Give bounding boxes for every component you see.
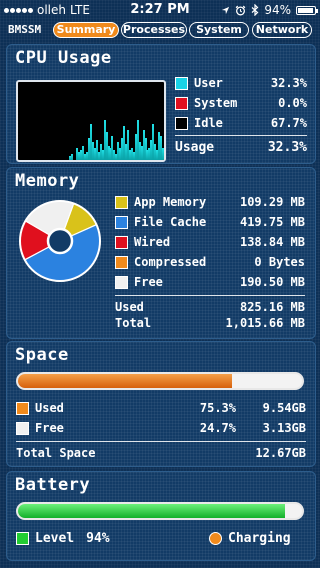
cpu-usage-label: Usage — [175, 139, 215, 155]
cpu-system-label: System — [194, 96, 238, 110]
cpu-legend-user: User 32.3% — [175, 75, 307, 91]
battery-percent: 94% — [264, 3, 291, 17]
tab-bar: BMSSM Summary Processes System Network — [0, 21, 320, 39]
space-free-label: Free — [35, 421, 64, 435]
battery-charging-label: Charging — [228, 530, 291, 546]
app-memory-value: 109.29 MB — [239, 195, 305, 209]
space-free-pct: 24.7% — [199, 421, 236, 435]
cpu-idle-label: Idle — [194, 116, 223, 130]
status-right: 94% — [221, 3, 318, 17]
space-divider — [16, 441, 306, 442]
space-total-value: 12.67GB — [255, 446, 306, 460]
bluetooth-icon — [251, 4, 259, 16]
space-used-swatch — [16, 401, 29, 415]
battery-charging-row: Charging — [209, 530, 309, 546]
app-memory-label: App Memory — [134, 195, 207, 209]
cpu-usage-row: Usage 32.3% — [175, 139, 307, 155]
battery-level-fill — [18, 504, 285, 518]
cpu-history-bar — [162, 148, 164, 160]
memory-pie-chart — [19, 200, 101, 282]
free-memory-value: 190.50 MB — [239, 275, 305, 289]
cpu-system-value: 0.0% — [278, 96, 307, 110]
memory-legend-filecache: File Cache 419.75 MB — [115, 214, 305, 230]
wired-value: 138.84 MB — [239, 235, 305, 249]
battery-level-bar — [16, 502, 304, 520]
space-legend-used: Used 75.3% 9.54GB — [16, 400, 306, 416]
memory-legend-app: App Memory 109.29 MB — [115, 194, 305, 210]
space-free-value: 3.13GB — [262, 421, 306, 435]
space-total-label: Total Space — [16, 446, 96, 460]
free-memory-swatch — [115, 275, 128, 289]
idle-swatch — [175, 116, 188, 130]
file-cache-swatch — [115, 215, 128, 229]
memory-title: Memory — [15, 171, 80, 191]
battery-level-swatch — [16, 531, 29, 545]
space-usage-bar — [16, 372, 304, 390]
file-cache-value: 419.75 MB — [239, 215, 305, 229]
file-cache-label: File Cache — [134, 215, 207, 229]
cpu-panel: CPU Usage User 32.3% System 0.0% Idle 67… — [6, 44, 316, 164]
cpu-legend-system: System 0.0% — [175, 95, 307, 111]
space-used-label: Used — [35, 401, 64, 415]
cpu-title: CPU Usage — [15, 48, 112, 68]
battery-panel: Battery Level 94% Charging — [6, 471, 316, 561]
alarm-clock-icon — [235, 5, 246, 15]
app-name: BMSSM — [8, 23, 42, 36]
compressed-value: 0 Bytes — [254, 255, 305, 269]
memory-legend-compressed: Compressed 0 Bytes — [115, 254, 305, 270]
battery-status-fill — [298, 7, 314, 13]
memory-total-value: 1,015.66 MB — [225, 316, 305, 330]
system-swatch — [175, 96, 188, 110]
memory-used-label: Used — [115, 300, 144, 314]
memory-total-label: Total — [115, 316, 152, 330]
battery-status-icon — [296, 5, 318, 15]
cpu-usage-value: 32.3% — [267, 139, 307, 155]
tab-processes[interactable]: Processes — [121, 22, 187, 38]
tab-network[interactable]: Network — [252, 22, 312, 38]
cpu-history-bar — [70, 154, 73, 160]
space-used-value: 9.54GB — [262, 401, 306, 415]
space-usage-fill — [18, 374, 232, 388]
space-title: Space — [15, 345, 69, 365]
battery-title: Battery — [15, 475, 91, 495]
memory-used-row: Used 825.16 MB — [115, 299, 305, 315]
tab-summary[interactable]: Summary — [53, 22, 119, 38]
cpu-user-value: 32.3% — [270, 76, 307, 90]
wired-label: Wired — [134, 235, 171, 249]
memory-pie-hole — [46, 227, 74, 255]
battery-level-label: Level — [35, 530, 75, 546]
free-memory-label: Free — [134, 275, 163, 289]
location-arrow-icon — [222, 6, 230, 14]
memory-total-row: Total 1,015.66 MB — [115, 315, 305, 331]
charging-indicator-icon — [209, 531, 222, 545]
wired-swatch — [115, 235, 128, 249]
status-bar: olleh LTE 2:27 PM 94% — [0, 0, 320, 20]
memory-used-value: 825.16 MB — [239, 300, 305, 314]
space-used-pct: 75.3% — [199, 401, 236, 415]
memory-legend-free: Free 190.50 MB — [115, 274, 305, 290]
cpu-divider — [175, 135, 307, 136]
battery-level-row: Level 94% — [16, 530, 136, 546]
cpu-legend-idle: Idle 67.7% — [175, 115, 307, 131]
memory-panel: Memory App Memory 109.29 MB File Cache 4… — [6, 167, 316, 339]
app-memory-swatch — [115, 195, 128, 209]
compressed-label: Compressed — [134, 255, 207, 269]
space-legend-free: Free 24.7% 3.13GB — [16, 420, 306, 436]
cpu-history-graph — [16, 80, 166, 162]
cpu-user-label: User — [194, 76, 223, 90]
memory-legend-wired: Wired 138.84 MB — [115, 234, 305, 250]
memory-divider — [115, 295, 305, 296]
tab-system[interactable]: System — [189, 22, 249, 38]
battery-level-value: 94% — [86, 530, 110, 546]
cpu-idle-value: 67.7% — [270, 116, 307, 130]
user-swatch — [175, 76, 188, 90]
compressed-swatch — [115, 255, 128, 269]
space-total-row: Total Space 12.67GB — [16, 445, 306, 461]
space-free-swatch — [16, 421, 29, 435]
space-panel: Space Used 75.3% 9.54GB Free 24.7% 3.13G… — [6, 341, 316, 467]
